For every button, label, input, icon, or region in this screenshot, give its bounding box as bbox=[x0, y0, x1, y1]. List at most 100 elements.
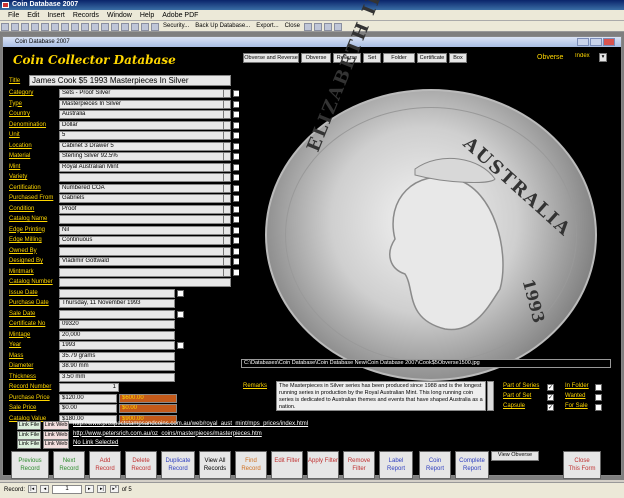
field-condition[interactable]: Proof bbox=[59, 204, 231, 214]
nav-close-this-form-button[interactable]: Close This Form bbox=[563, 451, 601, 479]
toolbar-icon-9[interactable] bbox=[91, 22, 99, 31]
field-sale-date[interactable] bbox=[59, 309, 175, 319]
toolbar-icon-3[interactable] bbox=[31, 22, 39, 31]
field-purchase-date[interactable]: Thursday, 11 November 1993 bbox=[59, 299, 175, 308]
flag-checkbox-0[interactable]: ✓ bbox=[547, 384, 554, 391]
field-mint[interactable]: Royal Australian Mint bbox=[59, 162, 231, 172]
menu-edit[interactable]: Edit bbox=[23, 10, 43, 21]
toolbar-security[interactable]: Security... bbox=[160, 21, 192, 32]
minimize-button[interactable] bbox=[577, 38, 589, 46]
nav-complete-report-button[interactable]: Complete Report bbox=[455, 451, 489, 479]
toolbar-icon-13[interactable] bbox=[131, 22, 139, 31]
link-web-button-0[interactable]: Link Web bbox=[43, 421, 69, 430]
dropdown-button-14[interactable] bbox=[223, 236, 231, 245]
dropdown-button-0[interactable] bbox=[223, 89, 231, 98]
flag-checkbox-5[interactable] bbox=[595, 404, 602, 411]
toolbar-icon-15[interactable] bbox=[151, 22, 159, 31]
record-number-field[interactable]: 1 bbox=[59, 383, 119, 392]
dropdown-button-11[interactable] bbox=[223, 204, 231, 214]
dropdown-button-7[interactable] bbox=[223, 162, 231, 172]
dropdown-button-3[interactable] bbox=[223, 120, 231, 130]
link-url-2[interactable]: No Link Selected bbox=[73, 440, 118, 446]
field-thickness[interactable]: 3.50 mm bbox=[59, 372, 175, 382]
nav-next-record-button[interactable]: Next Record bbox=[53, 451, 85, 479]
dropdown-button-16[interactable] bbox=[223, 257, 231, 266]
remarks-scrollbar[interactable] bbox=[487, 381, 494, 411]
toolbar-nav-icon-1[interactable] bbox=[313, 22, 322, 31]
flag-checkbox-1[interactable]: ✓ bbox=[547, 394, 554, 401]
field-material[interactable]: Sterling Silver 92.5% bbox=[59, 152, 231, 161]
view-box-button[interactable]: Box bbox=[449, 53, 467, 63]
nav-previous-record-button[interactable]: Previous Record bbox=[11, 451, 49, 479]
field-category[interactable]: Sets - Proof Silver bbox=[59, 89, 231, 98]
flag-checkbox-3[interactable] bbox=[595, 384, 602, 391]
view-obverse-and-reverse-button[interactable]: Obverse and Reverse bbox=[243, 53, 299, 63]
dropdown-button-13[interactable] bbox=[223, 225, 231, 235]
field-type[interactable]: Masterpieces In Silver bbox=[59, 99, 231, 109]
dropdown-button-4[interactable] bbox=[223, 131, 231, 140]
toolbar-nav-icon-3[interactable] bbox=[333, 22, 342, 31]
toolbar-close[interactable]: Close bbox=[282, 21, 303, 32]
flag-checkbox-4[interactable] bbox=[595, 394, 602, 401]
field-catalog-number[interactable] bbox=[59, 278, 231, 287]
field-edge-printing[interactable]: Nil bbox=[59, 225, 231, 235]
field-certificate-no[interactable]: 09320 bbox=[59, 320, 175, 329]
new-record-button[interactable]: ▸* bbox=[110, 485, 120, 494]
view-obverse-button[interactable]: Obverse bbox=[301, 53, 331, 63]
toolbar-icon-11[interactable] bbox=[111, 22, 119, 31]
field-denomination[interactable]: Dollar bbox=[59, 120, 231, 130]
nav-find-record-button[interactable]: Find Record bbox=[235, 451, 267, 479]
menu-file[interactable]: File bbox=[0, 10, 23, 21]
remarks-field[interactable]: The Masterpieces in Silver series has be… bbox=[276, 381, 486, 411]
first-record-button[interactable]: |◂ bbox=[27, 485, 37, 494]
view-folder-cover-button[interactable]: Folder Cover bbox=[383, 53, 415, 69]
view-obverse-button[interactable]: View Obverse bbox=[491, 451, 539, 461]
field2-check-6[interactable] bbox=[177, 342, 184, 349]
field-unit[interactable]: 5 bbox=[59, 131, 231, 140]
title-field[interactable]: James Cook $5 1993 Masterpieces In Silve… bbox=[29, 75, 231, 86]
field-diameter[interactable]: 38.90 mm bbox=[59, 362, 175, 371]
field-location[interactable]: Cabinet 3 Drawer 5 bbox=[59, 141, 231, 151]
field-owned-by[interactable] bbox=[59, 246, 231, 256]
toolbar-back-up-database[interactable]: Back Up Database... bbox=[192, 21, 253, 32]
link-file-button-1[interactable]: Link File bbox=[17, 430, 41, 440]
field-certification[interactable]: Numbered COA bbox=[59, 183, 231, 193]
nav-remove-filter-button[interactable]: Remove Filter bbox=[343, 451, 375, 479]
toolbar-nav-icon-2[interactable] bbox=[323, 22, 332, 31]
dropdown-button-1[interactable] bbox=[223, 99, 231, 109]
nav-delete-record-button[interactable]: Delete Record bbox=[125, 451, 157, 479]
field-country[interactable]: Australia bbox=[59, 110, 231, 119]
dropdown-button-12[interactable] bbox=[223, 215, 231, 224]
field-designed-by[interactable]: Vladimir Gottwald bbox=[59, 257, 231, 266]
link-url-0[interactable]: http://www.prospectstampsandcoins.com.au… bbox=[73, 421, 308, 427]
field-issue-date[interactable] bbox=[59, 288, 175, 298]
nav-add-record-button[interactable]: Add Record bbox=[89, 451, 121, 479]
toolbar-icon-8[interactable] bbox=[81, 22, 89, 31]
dropdown-button-10[interactable] bbox=[223, 194, 231, 203]
toolbar-icon-0[interactable] bbox=[1, 22, 9, 31]
dropdown-button-8[interactable] bbox=[223, 173, 231, 182]
field-year[interactable]: 1993 bbox=[59, 341, 175, 350]
dropdown-button-2[interactable] bbox=[223, 110, 231, 119]
toolbar-icon-2[interactable] bbox=[21, 22, 29, 31]
field-variety[interactable] bbox=[59, 173, 231, 182]
next-record-button[interactable]: ▸ bbox=[84, 485, 94, 494]
nav-apply-filter-button[interactable]: Apply Filter bbox=[307, 451, 339, 479]
link-file-button-2[interactable]: Link File bbox=[17, 440, 41, 449]
toolbar-icon-10[interactable] bbox=[101, 22, 109, 31]
toolbar-icon-7[interactable] bbox=[71, 22, 79, 31]
toolbar-export[interactable]: Export... bbox=[253, 21, 281, 32]
menu-help[interactable]: Help bbox=[136, 10, 158, 21]
image-path-field[interactable]: C:\Databases\Coin Database\Coin Database… bbox=[241, 359, 611, 368]
dropdown-button-17[interactable] bbox=[223, 267, 231, 277]
toolbar-icon-14[interactable] bbox=[141, 22, 149, 31]
dropdown-button-9[interactable] bbox=[223, 183, 231, 193]
field-mintage[interactable]: 20,000 bbox=[59, 330, 175, 340]
link-url-1[interactable]: http://www.petersrich.com.au/oz_coins/ma… bbox=[73, 431, 262, 437]
view-set-button[interactable]: Set bbox=[363, 53, 381, 63]
view-certificate-button[interactable]: Certificate bbox=[417, 53, 447, 63]
price-field-0[interactable]: $120.00 bbox=[59, 393, 117, 403]
field2-check-3[interactable] bbox=[177, 310, 184, 318]
menu-records[interactable]: Records bbox=[69, 10, 103, 21]
nav-coin-report-button[interactable]: Coin Report bbox=[419, 451, 451, 479]
